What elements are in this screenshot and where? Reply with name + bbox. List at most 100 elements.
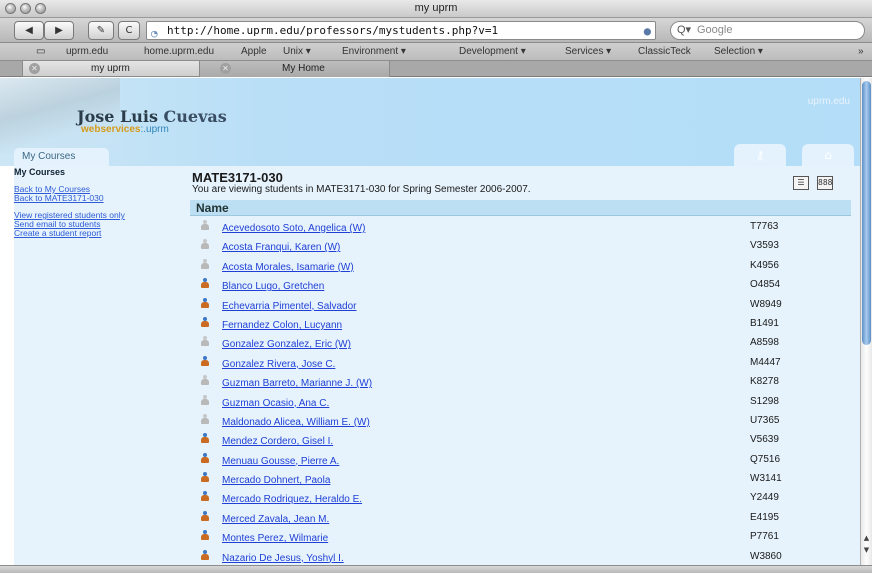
student-id: P7761	[750, 531, 779, 543]
list-view-icon[interactable]: ☰	[793, 176, 809, 190]
name-column-header[interactable]: Name	[196, 200, 229, 216]
scroll-down-arrow-icon[interactable]: ▼	[862, 546, 871, 555]
student-person-icon	[200, 336, 210, 347]
student-person-icon	[200, 297, 210, 308]
table-row: Mendez Cordero, Gisel I. V5639	[190, 431, 851, 450]
reload-icon: C	[125, 25, 133, 36]
student-name-link[interactable]: Mendez Cordero, Gisel I.	[222, 436, 333, 447]
bookmark-development[interactable]: Development ▾	[459, 46, 526, 57]
scrollbar-thumb[interactable]	[862, 81, 871, 345]
student-person-icon	[200, 220, 210, 230]
grid-view-icon[interactable]: 888	[817, 176, 833, 190]
student-id: S1298	[750, 395, 779, 407]
bookmark-services[interactable]: Services ▾	[565, 46, 611, 57]
bookmark-selection[interactable]: Selection ▾	[714, 46, 763, 57]
bookmark-classicteck[interactable]: ClassicTeck	[638, 46, 691, 57]
student-person-icon	[200, 239, 210, 250]
student-person-icon	[200, 413, 210, 424]
back-button[interactable]: ◀	[14, 21, 44, 40]
student-id: T7763	[750, 221, 779, 232]
student-id: V3593	[750, 240, 779, 252]
browser-tab-my-home[interactable]: ✕ My Home	[200, 61, 390, 77]
create-report-link[interactable]: Create a student report	[14, 229, 177, 238]
student-id: O4854	[750, 279, 781, 291]
forward-button[interactable]: ▶	[44, 21, 74, 40]
student-name-link[interactable]: Gonzalez Gonzalez, Eric (W)	[222, 339, 351, 350]
course-description: You are viewing students in MATE3171-030…	[192, 184, 531, 195]
sidebar: My Courses Back to My Courses Back to MA…	[14, 166, 177, 565]
student-list: Acevedosoto Soto, Angelica (W) T7763 Acost…	[190, 218, 851, 565]
home-tab[interactable]: ⌂	[802, 144, 854, 166]
table-row: Gonzalez Rivera, Jose C. M4447	[190, 354, 851, 373]
close-tab-icon[interactable]: ✕	[220, 63, 231, 74]
window-title: my uprm	[414, 2, 458, 14]
reload-button[interactable]: C	[118, 21, 140, 40]
student-name-link[interactable]: Montes Perez, Wilmarie	[222, 533, 328, 544]
edit-bookmarks-button[interactable]: ✎	[88, 21, 114, 40]
table-row: Acosta Franqui, Karen (W) V3593	[190, 237, 851, 256]
key-tab[interactable]: ⚷	[734, 144, 786, 166]
page-title: MATE3171-030	[192, 170, 283, 185]
home-icon: ⌂	[824, 148, 832, 162]
student-name-link[interactable]: Acosta Morales, Isamarie (W)	[222, 262, 354, 273]
tab-my-courses[interactable]: My Courses	[14, 148, 109, 166]
student-name-link[interactable]: Gonzalez Rivera, Jose C.	[222, 359, 335, 370]
back-to-course-link[interactable]: Back to MATE3171-030	[14, 194, 177, 203]
student-name-link[interactable]: Echevarria Pimentel, Salvador	[222, 301, 357, 312]
student-name-link[interactable]: Guzman Barreto, Marianne J. (W)	[222, 378, 372, 389]
bookmark-uprm[interactable]: uprm.edu	[66, 46, 108, 57]
student-name-link[interactable]: Nazario De Jesus, Yoshyl I.	[222, 553, 344, 564]
close-tab-icon[interactable]: ✕	[29, 63, 40, 74]
student-name-link[interactable]: Mercado Rodriquez, Heraldo E.	[222, 494, 362, 505]
student-person-icon	[200, 394, 210, 405]
key-icon: ⚷	[755, 148, 765, 162]
search-field[interactable]: Q▾ Google	[670, 21, 865, 40]
student-name-link[interactable]: Guzman Ocasio, Ana C.	[222, 398, 329, 409]
student-name-link[interactable]: Fernandez Colon, Lucyann	[222, 320, 342, 331]
table-row: Menuau Gousse, Pierre A. Q7516	[190, 451, 851, 470]
student-name-link[interactable]: Blanco Lugo, Gretchen	[222, 281, 324, 292]
window-bottom-edge	[0, 565, 872, 573]
book-icon[interactable]: ▭	[36, 46, 45, 57]
table-row: Maldonado Alicea, William E. (W) U7365	[190, 412, 851, 431]
table-row: Mercado Rodriquez, Heraldo E. Y2449	[190, 489, 851, 508]
student-name-link[interactable]: Acosta Franqui, Karen (W)	[222, 242, 340, 253]
site-subtitle: webservices:.uprm	[81, 124, 169, 135]
student-person-icon	[200, 472, 210, 483]
table-row: Gonzalez Gonzalez, Eric (W) A8598	[190, 334, 851, 353]
student-name-link[interactable]: Merced Zavala, Jean M.	[222, 514, 329, 525]
table-row: Acevedosoto Soto, Angelica (W) T7763	[190, 218, 851, 237]
student-id: W8949	[750, 298, 782, 310]
table-header: Name	[190, 200, 851, 216]
bookmarks-overflow-button[interactable]: »	[858, 46, 864, 57]
student-id: Q7516	[750, 453, 781, 465]
bookmark-unix[interactable]: Unix ▾	[283, 46, 311, 57]
student-id: W3860	[750, 550, 782, 562]
student-name-link[interactable]: Menuau Gousse, Pierre A.	[222, 456, 339, 467]
student-person-icon	[200, 549, 210, 560]
student-id: K4956	[750, 259, 779, 271]
browser-tab-my-uprm[interactable]: ✕ my uprm	[22, 61, 200, 77]
bookmark-environment[interactable]: Environment ▾	[342, 46, 406, 57]
go-icon[interactable]: ●	[644, 23, 651, 40]
scroll-up-arrow-icon[interactable]: ▲	[862, 534, 871, 543]
student-person-icon	[200, 375, 210, 386]
vertical-scrollbar[interactable]: ▲ ▼	[860, 78, 872, 565]
student-id: M4447	[750, 356, 781, 368]
table-row: Fernandez Colon, Lucyann B1491	[190, 315, 851, 334]
bookmark-home-uprm[interactable]: home.uprm.edu	[144, 46, 214, 57]
bookmark-apple[interactable]: Apple	[241, 46, 267, 57]
browser-tab-label: My Home	[282, 63, 325, 74]
student-name-link[interactable]: Mercado Dohnert, Paola	[222, 475, 330, 486]
address-bar[interactable]: ◔ http://home.uprm.edu/professors/mystud…	[146, 21, 656, 40]
student-id: V5639	[750, 434, 779, 446]
student-person-icon	[200, 491, 210, 502]
table-row: Mercado Dohnert, Paola W3141	[190, 470, 851, 489]
student-id: K8278	[750, 376, 779, 388]
student-person-icon	[200, 316, 210, 327]
table-row: Guzman Ocasio, Ana C. S1298	[190, 393, 851, 412]
student-person-icon	[200, 530, 210, 541]
student-name-link[interactable]: Maldonado Alicea, William E. (W)	[222, 417, 370, 428]
student-name-link[interactable]: Acevedosoto Soto, Angelica (W)	[222, 223, 365, 234]
web-page: Jose Luis Cuevas webservices:.uprm uprm.…	[0, 78, 860, 565]
